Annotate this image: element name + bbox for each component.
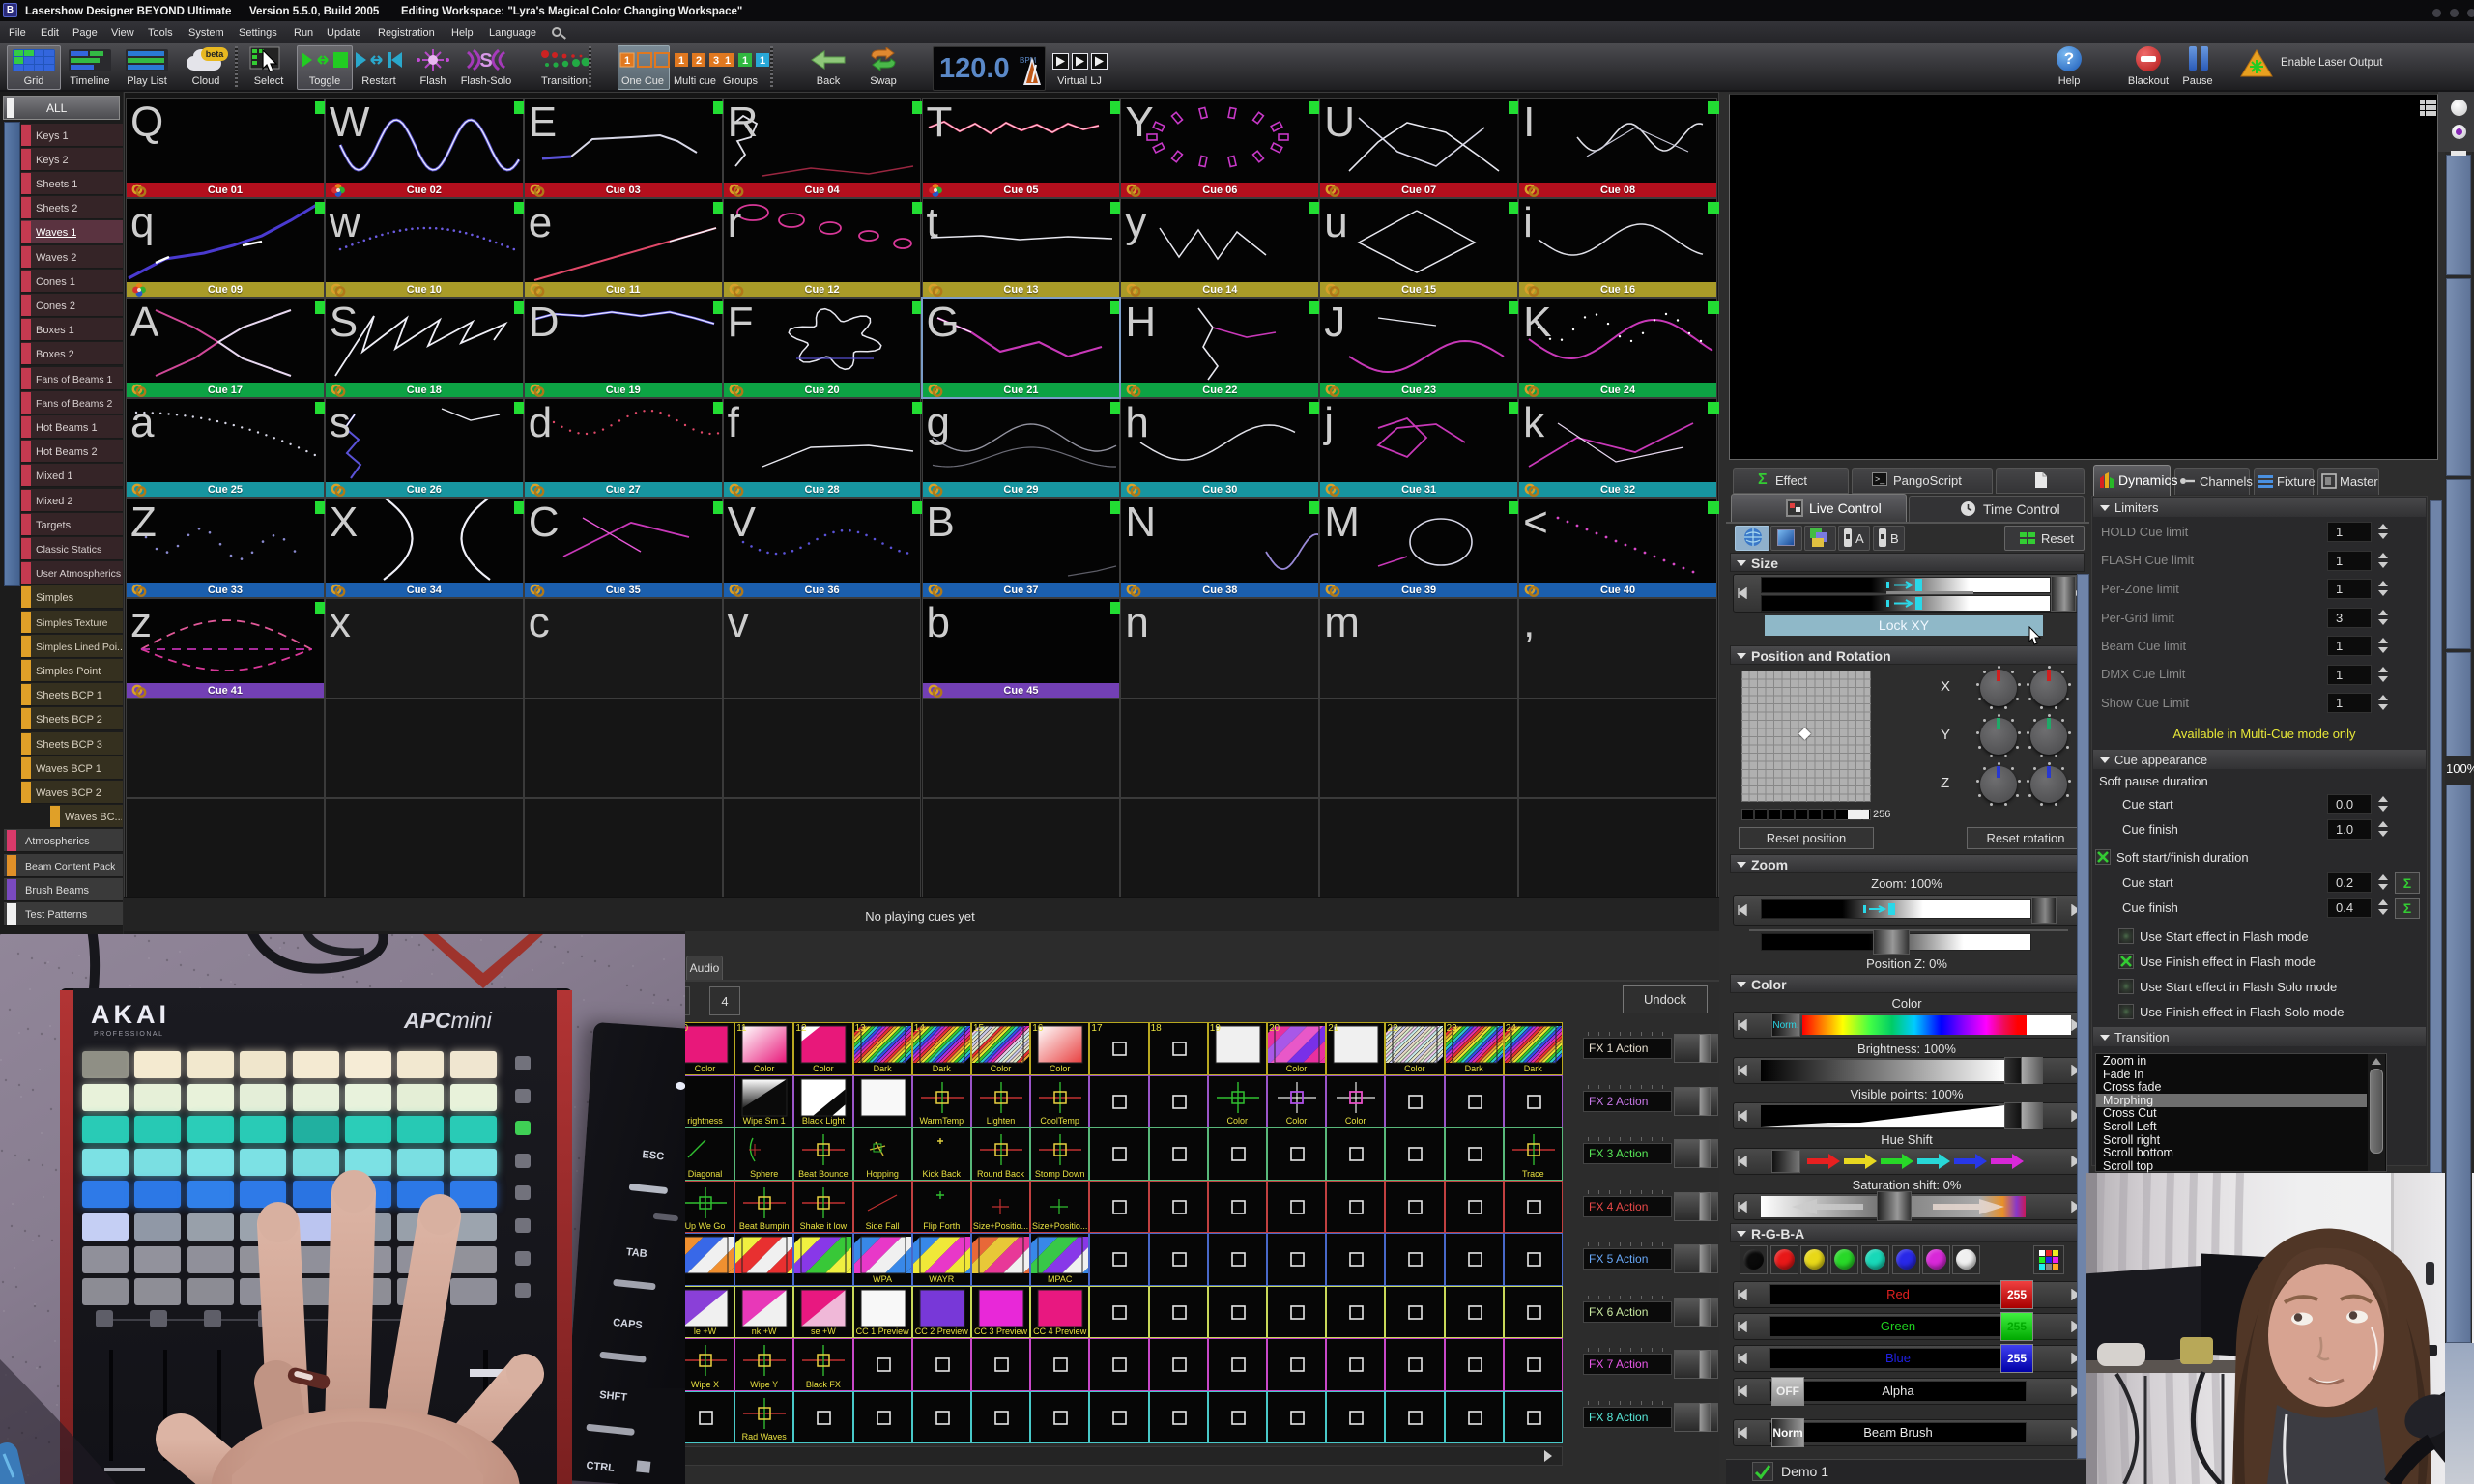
svg-text:1: 1 — [742, 55, 748, 67]
svg-text:1: 1 — [678, 55, 684, 67]
svg-text:S: S — [479, 50, 492, 71]
svg-text:1: 1 — [725, 55, 731, 67]
svg-text:1: 1 — [760, 55, 765, 67]
svg-text:3: 3 — [713, 55, 719, 67]
svg-text:1: 1 — [624, 55, 630, 67]
svg-text:2: 2 — [696, 55, 702, 67]
